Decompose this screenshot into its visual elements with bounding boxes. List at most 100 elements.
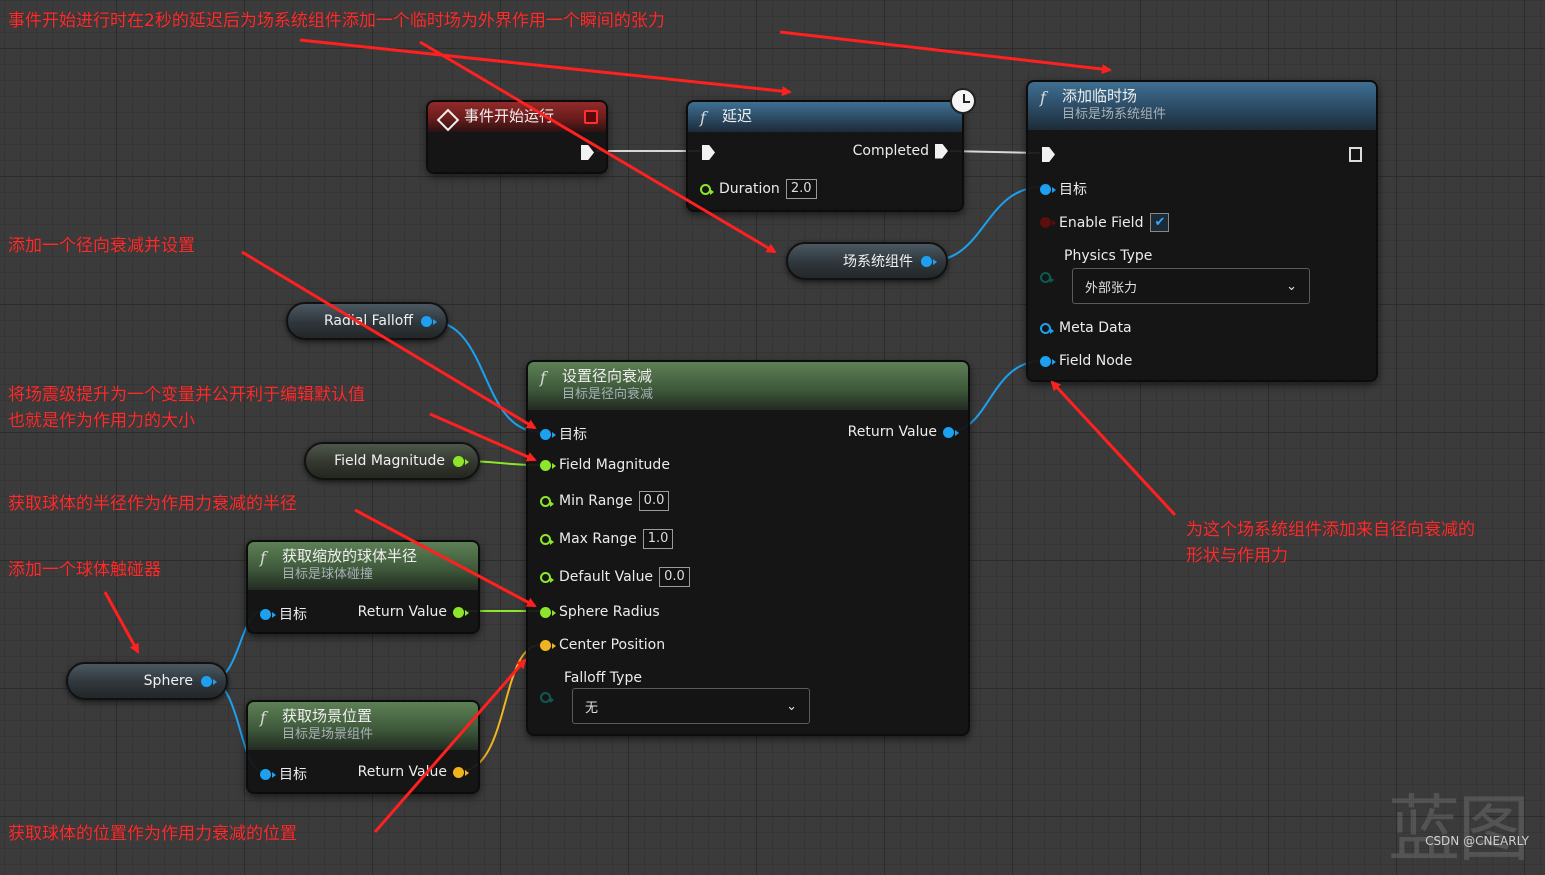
falloff-type-pin[interactable]: [540, 692, 554, 703]
return-value-row[interactable]: Return Value: [357, 604, 469, 620]
exec-out-pin[interactable]: [581, 145, 594, 160]
delegate-pin-icon[interactable]: [584, 110, 598, 124]
sphere-radius-row[interactable]: Sphere Radius: [540, 604, 660, 620]
sphere-radius-label: Sphere Radius: [559, 604, 660, 620]
target-pin-row[interactable]: 目标: [1040, 179, 1087, 199]
return-value-row[interactable]: Return Value: [847, 424, 959, 440]
set-radial-falloff-node[interactable]: f 设置径向衰减 目标是径向衰减 目标 Return Value Field M…: [526, 360, 970, 736]
variable-out-pin[interactable]: [453, 455, 469, 467]
annotation-event-description: 事件开始进行时在2秒的延迟后为场系统组件添加一个临时场为外界作用一个瞬间的张力: [8, 11, 665, 31]
node-subtitle: 目标是场景组件: [282, 727, 374, 742]
node-title: 获取场景位置: [282, 707, 373, 725]
max-range-label: Max Range: [559, 531, 637, 547]
annotation-line: 也就是作为作用力的大小: [8, 411, 195, 431]
min-range-input[interactable]: 0.0: [638, 491, 670, 511]
return-value-pin[interactable]: [453, 606, 469, 618]
target-pin-row[interactable]: 目标: [540, 424, 587, 444]
completed-exec-pin[interactable]: [935, 143, 948, 159]
duration-pin-row[interactable]: Duration 2.0: [700, 179, 817, 199]
add-transient-field-node[interactable]: f 添加临时场 目标是场系统组件 目标 Enable Field ✔ Physi…: [1026, 80, 1378, 382]
target-pin-row[interactable]: 目标: [260, 764, 307, 784]
field-magnitude-pin[interactable]: [540, 459, 556, 471]
target-pin-row[interactable]: 目标: [260, 604, 307, 624]
exec-in-pin[interactable]: [1042, 147, 1055, 162]
enable-field-checkbox[interactable]: ✔: [1150, 213, 1170, 232]
return-value-pin[interactable]: [943, 426, 959, 438]
node-header: f 延迟: [688, 102, 962, 132]
annotation-line: 形状与作用力: [1186, 546, 1288, 566]
delay-node[interactable]: f 延迟 Completed Duration 2.0: [686, 88, 976, 212]
blueprint-watermark-logo: 蓝图: [1388, 787, 1530, 871]
exec-in-pin[interactable]: [702, 145, 715, 160]
physics-type-label-row: Physics Type: [1064, 248, 1152, 264]
variable-out-pin[interactable]: [201, 675, 217, 687]
radial-falloff-variable[interactable]: Radial Falloff: [286, 302, 448, 340]
node-title: 添加临时场: [1062, 87, 1138, 105]
field-magnitude-row[interactable]: Field Magnitude: [540, 457, 670, 473]
node-title: 延迟: [722, 107, 753, 125]
completed-pin-row[interactable]: Completed: [853, 143, 948, 159]
default-value-pin[interactable]: [540, 571, 554, 583]
sphere-radius-pin[interactable]: [540, 606, 556, 618]
enable-field-pin[interactable]: [1040, 217, 1056, 228]
sphere-variable[interactable]: Sphere: [66, 662, 228, 700]
enable-field-label: Enable Field: [1059, 214, 1144, 231]
function-icon: f: [700, 108, 706, 127]
center-position-pin[interactable]: [540, 639, 556, 651]
target-pin[interactable]: [260, 608, 276, 620]
max-range-pin[interactable]: [540, 533, 554, 545]
return-value-label: Return Value: [847, 424, 937, 440]
field-node-pin[interactable]: [1040, 355, 1056, 367]
max-range-row[interactable]: Max Range 1.0: [540, 529, 674, 549]
physics-type-dropdown[interactable]: 外部张力 ⌄: [1072, 268, 1310, 304]
node-header: f 设置径向衰减 目标是径向衰减: [528, 362, 968, 410]
default-value-row[interactable]: Default Value 0.0: [540, 567, 690, 587]
meta-data-pin[interactable]: [1040, 322, 1054, 334]
function-icon: f: [540, 368, 546, 387]
meta-data-label: Meta Data: [1059, 320, 1132, 336]
node-header: f 添加临时场 目标是场系统组件: [1028, 82, 1376, 130]
min-range-pin[interactable]: [540, 495, 554, 507]
return-value-label: Return Value: [357, 764, 447, 780]
variable-out-pin[interactable]: [421, 315, 437, 327]
function-icon: f: [260, 708, 266, 727]
annotation-line: 将场震级提升为一个变量并公开利于编辑默认值: [8, 385, 365, 405]
field-component-variable[interactable]: 场系统组件: [786, 242, 948, 280]
annotation-field-shape: 为这个场系统组件添加来自径向衰减的 形状与作用力: [1186, 517, 1475, 569]
meta-data-row[interactable]: Meta Data: [1040, 320, 1132, 336]
node-title: 获取缩放的球体半径: [282, 547, 418, 565]
exec-out-pin[interactable]: [1349, 147, 1362, 162]
falloff-type-dropdown[interactable]: 无 ⌄: [572, 688, 810, 724]
min-range-row[interactable]: Min Range 0.0: [540, 491, 670, 511]
field-node-row[interactable]: Field Node: [1040, 353, 1132, 369]
annotation-radial-falloff: 添加一个径向衰减并设置: [8, 236, 195, 256]
default-value-input[interactable]: 0.0: [659, 567, 690, 587]
target-pin[interactable]: [540, 428, 556, 440]
node-header: 事件开始运行: [428, 102, 606, 132]
falloff-type-label: Falloff Type: [564, 670, 642, 686]
variable-out-pin[interactable]: [921, 255, 937, 267]
return-value-row[interactable]: Return Value: [357, 764, 469, 780]
variable-label: Radial Falloff: [323, 313, 413, 329]
physics-type-label: Physics Type: [1064, 248, 1153, 264]
event-begin-play-node[interactable]: 事件开始运行: [426, 100, 608, 174]
max-range-input[interactable]: 1.0: [642, 529, 674, 549]
node-header: f 获取场景位置 目标是场景组件: [248, 702, 478, 750]
enable-field-row[interactable]: Enable Field ✔: [1040, 213, 1170, 232]
physics-type-pin[interactable]: [1040, 272, 1054, 283]
field-magnitude-variable[interactable]: Field Magnitude: [304, 442, 480, 480]
function-icon: f: [1040, 88, 1046, 107]
target-pin[interactable]: [1040, 183, 1056, 195]
default-value-label: Default Value: [559, 569, 654, 585]
return-value-label: Return Value: [357, 604, 447, 620]
physics-type-value: 外部张力: [1085, 280, 1138, 296]
target-pin[interactable]: [260, 768, 276, 780]
get-scaled-sphere-radius-node[interactable]: f 获取缩放的球体半径 目标是球体碰撞 目标 Return Value: [246, 540, 480, 634]
duration-input[interactable]: 2.0: [785, 179, 817, 199]
get-world-location-node[interactable]: f 获取场景位置 目标是场景组件 目标 Return Value: [246, 700, 480, 794]
center-position-row[interactable]: Center Position: [540, 637, 665, 653]
duration-pin[interactable]: [700, 183, 714, 195]
target-label: 目标: [1059, 182, 1087, 198]
return-value-pin[interactable]: [453, 766, 469, 778]
node-subtitle: 目标是球体碰撞: [282, 567, 374, 582]
